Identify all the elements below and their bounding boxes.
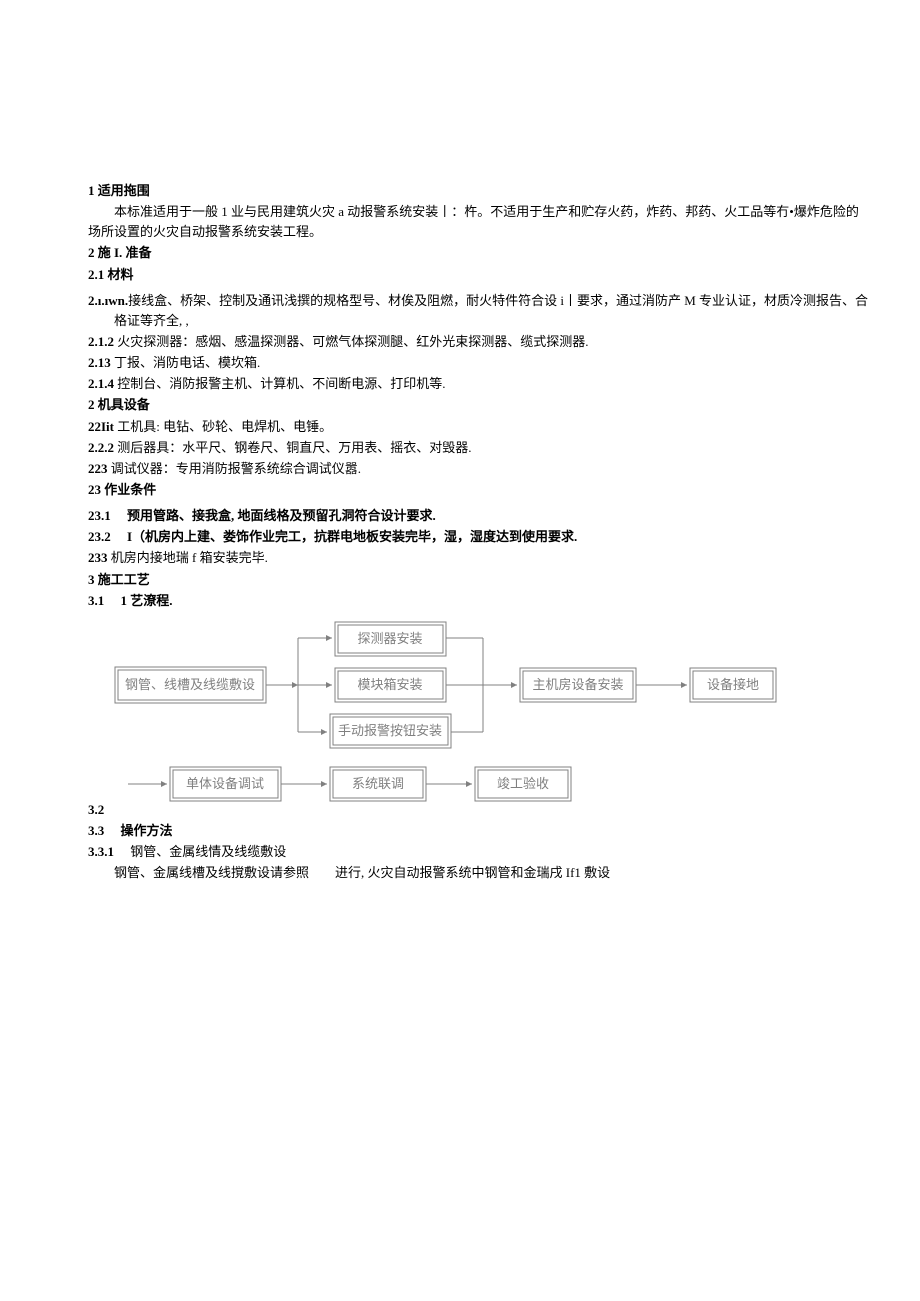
p-2-2-3: 223 调试仪器：专用消防报警系统综合调试仪嚣. xyxy=(88,459,870,479)
flowchart: 钢管、线槽及线缆敷设 探测器安装 模块箱安装 手动报警按钮安装 主机房设备安装 … xyxy=(88,615,870,816)
p-3-3-1-body: 钢管、金属线槽及线撹敷设请参照 进行, 火灾自动报警系统中钢管和金瑞戌 If1 … xyxy=(88,863,870,883)
svg-text:探测器安装: 探测器安装 xyxy=(357,631,422,646)
p-2-3-2: 23.2 I（机房内上建、娄饰作业完工，抗群电地板安装完毕，湿，湿度达到使用要求… xyxy=(88,527,870,547)
p-3-1: 3.1 1 艺潦程. xyxy=(88,591,870,611)
sec3-heading: 3 施工工艺 xyxy=(88,570,870,590)
p-2-1-3: 2.13 丁报、消防电话、模坎箱. xyxy=(88,353,870,373)
sec1-heading: 1 适用拖围 xyxy=(88,181,870,201)
svg-text:模块箱安装: 模块箱安装 xyxy=(357,677,422,692)
sec21-heading: 2.1 材料 xyxy=(88,265,870,285)
svg-text:竣工验收: 竣工验收 xyxy=(497,776,549,791)
p-2-3-1: 23.1 预用管路、接我盒, 地面线格及预留孔洞符合设计要求. xyxy=(88,506,870,526)
sec22-heading: 2 机具设备 xyxy=(88,395,870,415)
svg-text:单体设备调试: 单体设备调试 xyxy=(186,776,264,791)
p-2-2-1: 22Iit 工机具: 电钻、砂轮、电焊机、电锤。 xyxy=(88,417,870,437)
svg-text:钢管、线槽及线缆敷设: 钢管、线槽及线缆敷设 xyxy=(125,677,255,692)
svg-text:设备接地: 设备接地 xyxy=(707,677,759,692)
sec1-body: 本标准适用于一般 1 业与民用建筑火灾 a 动报警系统安装丨：杵。不适用于生产和… xyxy=(88,202,870,242)
p-3-3: 3.3 操作方法 xyxy=(88,821,870,841)
svg-text:主机房设备安装: 主机房设备安装 xyxy=(532,677,623,692)
svg-text:系统联调: 系统联调 xyxy=(352,776,404,791)
p-3-3-1: 3.3.1 钢管、金属线情及线缆敷设 xyxy=(88,842,870,862)
p-2-1-1: 2.ı.ıwn.接线盒、桥架、控制及通讯浅撰的规格型号、材俟及阻燃，耐火特件符合… xyxy=(88,291,870,331)
p-2-2-2: 2.2.2 测后器具：水平尺、钢卷尺、铜直尺、万用表、摇衣、对毁器. xyxy=(88,438,870,458)
svg-text:手动报警按钮安装: 手动报警按钮安装 xyxy=(338,723,442,738)
sec2-heading: 2 施 I. 准备 xyxy=(88,243,870,263)
p-2-1-2: 2.1.2 火灾探测器：感烟、感温探测器、可燃气体探测腿、红外光束探测器、缆式探… xyxy=(88,332,870,352)
p-2-1-4: 2.1.4 控制台、消防报警主机、计算机、不间断电源、打印机等. xyxy=(88,374,870,394)
p-2-3-3: 233 机房内接地瑞 f 箱安装完毕. xyxy=(88,548,870,568)
document-page: 1 适用拖围 本标准适用于一般 1 业与民用建筑火灾 a 动报警系统安装丨：杵。… xyxy=(0,0,920,884)
sec23-heading: 23 作业条件 xyxy=(88,480,870,500)
